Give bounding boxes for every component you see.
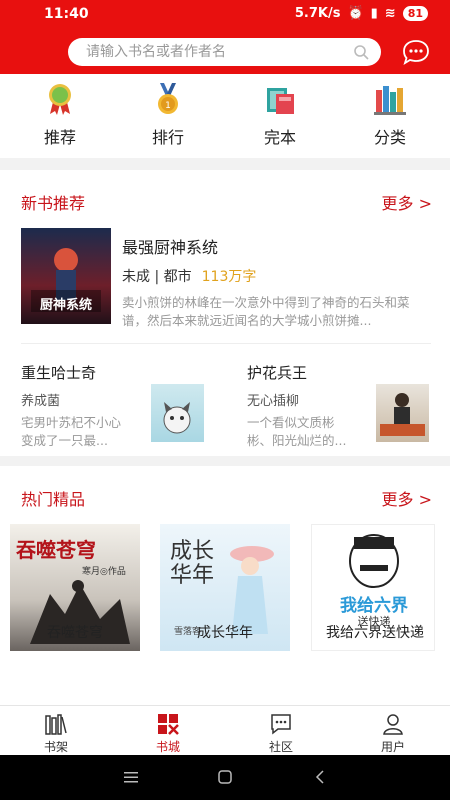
word-count: 113万字 xyxy=(201,269,257,285)
system-nav-bar xyxy=(0,755,450,800)
soldier-cover-art xyxy=(380,393,425,436)
back-icon[interactable] xyxy=(314,770,326,784)
tab-label: 书城 xyxy=(155,740,180,754)
tab-user[interactable]: 用户 xyxy=(353,706,433,756)
category-nav: 推荐 1 排行 完本 分类 xyxy=(0,74,450,158)
svg-text:1: 1 xyxy=(165,101,171,111)
cover-title: 成长华年 xyxy=(170,539,215,588)
battery-level: 81 xyxy=(402,6,428,21)
nav-ranking[interactable]: 1 排行 xyxy=(128,74,208,158)
divider xyxy=(21,343,431,344)
book-cover[interactable] xyxy=(376,384,429,442)
chat-tab-icon xyxy=(271,714,291,735)
header: 请输入书名或者作者名 xyxy=(0,30,450,74)
bookstore-tab-icon xyxy=(158,714,179,735)
tab-label: 用户 xyxy=(380,740,405,754)
home-icon[interactable] xyxy=(218,770,232,784)
nav-label: 推荐 xyxy=(43,128,76,147)
bookshelf-tab-icon xyxy=(45,714,67,735)
book-status: 未成 xyxy=(122,269,150,285)
books-stack-icon xyxy=(267,88,294,114)
nav-label: 排行 xyxy=(151,128,184,147)
cover-title: 吞噬苍穹 xyxy=(16,538,96,562)
meta-separator: | xyxy=(150,269,164,285)
nav-finished[interactable]: 完本 xyxy=(240,74,320,158)
network-speed: 5.7K/s xyxy=(294,6,341,21)
husky-cover-art xyxy=(163,402,191,434)
more-link[interactable]: 更多 > xyxy=(382,190,433,214)
menu-icon[interactable] xyxy=(124,771,138,783)
book-description: 一个看似文质彬彬、阳光灿烂的... xyxy=(247,415,347,448)
book-cover[interactable]: 厨神系统 xyxy=(21,228,111,324)
search-icon xyxy=(354,45,369,60)
book-title[interactable]: 成长华年 xyxy=(150,622,300,642)
status-indicators: 5.7K/s ⏰ ▮ ≋ 81 xyxy=(295,6,428,21)
book-title[interactable]: 吞噬苍穹 xyxy=(0,622,150,642)
book-description: 卖小煎饼的林峰在一次意外中得到了神奇的石头和菜谱，然后本来就远近闻名的大学城小煎… xyxy=(122,295,410,328)
bookshelf-icon xyxy=(374,86,406,115)
tab-label: 书架 xyxy=(43,740,68,754)
medal-ribbon-icon xyxy=(49,84,71,115)
signal-icon: ▮ xyxy=(370,6,378,21)
nav-recommend[interactable]: 推荐 xyxy=(20,74,100,158)
tab-bookstore[interactable]: 书城 xyxy=(128,706,208,756)
more-link[interactable]: 更多 > xyxy=(382,486,433,510)
book-cover[interactable] xyxy=(151,384,204,442)
search-placeholder: 请输入书名或者作者名 xyxy=(86,44,226,60)
status-bar: 11:40 5.7K/s ⏰ ▮ ≋ 81 xyxy=(0,0,450,30)
book-title[interactable]: 我给六界送快递 xyxy=(300,622,450,642)
cover-author: 寒月◎作品 xyxy=(82,567,126,577)
book-description: 宅男叶苏杞不小心变成了一只最... xyxy=(21,415,122,448)
section-title: 新书推荐 xyxy=(21,194,86,213)
user-tab-icon xyxy=(383,714,403,735)
book-meta: 未成 | 都市 113万字 xyxy=(122,266,256,286)
book-author: 养成菌 xyxy=(21,394,61,409)
tab-bookshelf[interactable]: 书架 xyxy=(16,706,96,756)
book-category: 都市 xyxy=(163,269,192,285)
tab-community[interactable]: 社区 xyxy=(241,706,321,756)
status-time: 11:40 xyxy=(44,6,89,22)
nav-category[interactable]: 分类 xyxy=(350,74,430,158)
bottom-tab-bar: 书架 书城 社区 用户 xyxy=(0,705,450,755)
wifi-icon: ≋ xyxy=(384,6,396,21)
new-books-section: 新书推荐 更多 > 厨神系统 最强厨神系统 未成 | 都市 113万字 卖小煎饼的… xyxy=(0,170,450,456)
book-author: 无心插柳 xyxy=(247,394,300,409)
nav-label: 完本 xyxy=(263,128,296,147)
book-title[interactable]: 重生哈士奇 xyxy=(21,362,96,383)
alarm-icon: ⏰ xyxy=(347,6,364,21)
hot-books-section: 热门精品 更多 > 吞噬苍穹 寒月◎作品 吞噬苍穹 成长华年 雪落客 成长华年 … xyxy=(0,466,450,705)
tab-label: 社区 xyxy=(268,740,293,754)
book-title[interactable]: 最强厨神系统 xyxy=(122,234,218,258)
book-title[interactable]: 护花兵王 xyxy=(247,362,307,383)
section-title: 热门精品 xyxy=(21,490,86,509)
message-icon[interactable] xyxy=(402,39,430,65)
cover-title: 厨神系统 xyxy=(39,298,92,313)
search-input[interactable]: 请输入书名或者作者名 xyxy=(68,38,381,66)
nav-label: 分类 xyxy=(373,128,406,147)
gold-medal-icon: 1 xyxy=(158,83,178,114)
